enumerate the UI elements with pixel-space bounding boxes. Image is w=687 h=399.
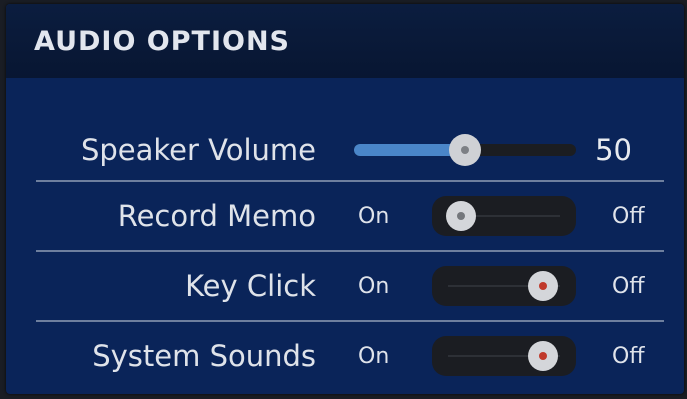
key-click-on-label: On: [358, 273, 390, 299]
divider: [36, 320, 664, 322]
panel-header: AUDIO OPTIONS: [6, 4, 684, 78]
divider: [36, 250, 664, 252]
speaker-volume-row: Speaker Volume 50: [36, 133, 664, 167]
system-sounds-label: System Sounds: [92, 339, 316, 373]
record-memo-on-label: On: [358, 203, 390, 229]
audio-options-panel: AUDIO OPTIONS Speaker Volume 50 Record M…: [6, 4, 684, 394]
system-sounds-row: System Sounds On Off: [36, 336, 664, 376]
record-memo-label: Record Memo: [117, 199, 316, 233]
system-sounds-on-label: On: [358, 343, 390, 369]
speaker-volume-slider[interactable]: [354, 134, 576, 166]
toggle-knob[interactable]: [528, 341, 558, 371]
system-sounds-toggle[interactable]: [432, 336, 576, 376]
slider-thumb[interactable]: [449, 134, 481, 166]
system-sounds-off-label: Off: [612, 343, 645, 369]
key-click-label: Key Click: [185, 269, 316, 303]
key-click-off-label: Off: [612, 273, 645, 299]
toggle-knob[interactable]: [528, 271, 558, 301]
key-click-toggle[interactable]: [432, 266, 576, 306]
record-memo-toggle[interactable]: [432, 196, 576, 236]
panel-title: AUDIO OPTIONS: [34, 25, 290, 57]
speaker-volume-value: 50: [595, 133, 632, 167]
toggle-knob[interactable]: [446, 201, 476, 231]
record-memo-row: Record Memo On Off: [36, 196, 664, 236]
record-memo-off-label: Off: [612, 203, 645, 229]
speaker-volume-label: Speaker Volume: [80, 133, 316, 167]
divider: [36, 180, 664, 182]
key-click-row: Key Click On Off: [36, 266, 664, 306]
